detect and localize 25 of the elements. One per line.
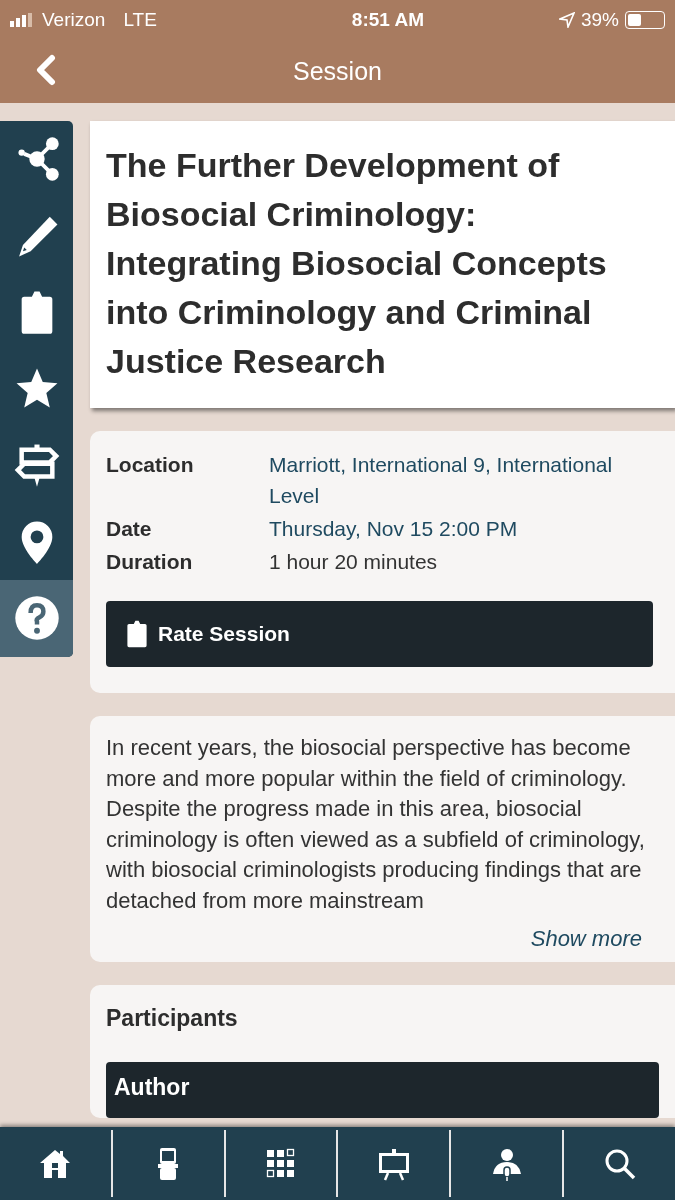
session-title: The Further Development of Biosocial Criminology: Integrating Biosocial Concepts into Criminology and Criminal Justice Research	[106, 145, 608, 382]
clipboard-icon	[126, 620, 148, 648]
detail-label: Date	[106, 516, 153, 542]
network-type: LTE	[123, 9, 157, 31]
detail-link[interactable]: Marriott, International 9, International Level	[269, 449, 653, 511]
carrier-name: Verizon	[42, 9, 106, 31]
detail-label: Duration	[106, 549, 194, 575]
participant-group[interactable]: Author	[106, 1062, 659, 1118]
battery-icon	[625, 11, 665, 29]
back-button[interactable]	[34, 54, 56, 86]
role-heading: Author	[114, 1074, 190, 1101]
show-more-link[interactable]: Show more	[106, 926, 642, 952]
detail-link[interactable]: Thursday, Nov 15 2:00 PM	[269, 513, 653, 544]
battery-percent: 39%	[580, 9, 619, 31]
rate-session-button[interactable]: Rate Session	[106, 601, 653, 667]
help-icon	[13, 595, 60, 642]
signal-icon	[10, 13, 34, 27]
clock-time: 8:51 AM	[351, 9, 424, 31]
description-text: In recent years, the biosocial perspective has become more and more popular within the field of criminology. Despite the progress made in this area, biosocial criminology is often viewed as a subfield of criminology, with biosocial criminologists producing findings that are detached from more mainstream	[106, 734, 646, 915]
sidebar-item[interactable]	[0, 580, 73, 657]
detail-label: Location	[106, 452, 195, 478]
detail-value: 1 hour 20 minutes	[269, 549, 439, 575]
location-arrow-icon	[558, 12, 575, 28]
screen-title: Session	[293, 57, 382, 86]
participants-heading: Participants	[106, 1005, 239, 1032]
